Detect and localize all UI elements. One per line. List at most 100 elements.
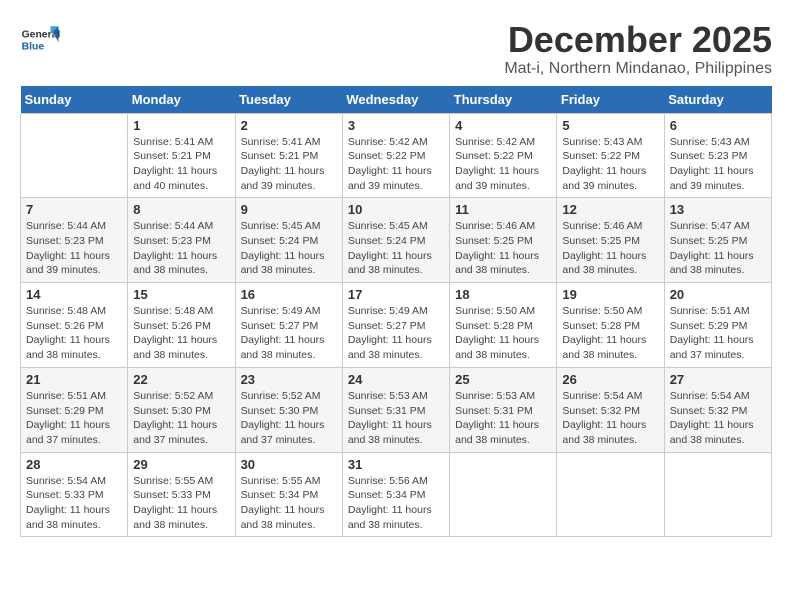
calendar-cell <box>664 452 771 537</box>
day-info: Sunrise: 5:53 AM Sunset: 5:31 PM Dayligh… <box>455 389 551 448</box>
calendar-cell: 23 Sunrise: 5:52 AM Sunset: 5:30 PM Dayli… <box>235 367 342 452</box>
calendar-cell: 8 Sunrise: 5:44 AM Sunset: 5:23 PM Daylig… <box>128 198 235 283</box>
day-number: 12 <box>562 202 658 217</box>
calendar-cell: 22 Sunrise: 5:52 AM Sunset: 5:30 PM Dayli… <box>128 367 235 452</box>
day-info: Sunrise: 5:41 AM Sunset: 5:21 PM Dayligh… <box>241 135 337 194</box>
calendar-week-row: 7 Sunrise: 5:44 AM Sunset: 5:23 PM Daylig… <box>21 198 772 283</box>
day-info: Sunrise: 5:44 AM Sunset: 5:23 PM Dayligh… <box>133 219 229 278</box>
day-info: Sunrise: 5:43 AM Sunset: 5:22 PM Dayligh… <box>562 135 658 194</box>
day-number: 9 <box>241 202 337 217</box>
day-info: Sunrise: 5:54 AM Sunset: 5:32 PM Dayligh… <box>670 389 766 448</box>
day-number: 21 <box>26 372 122 387</box>
month-title: December 2025 <box>504 20 772 60</box>
calendar-cell: 29Sunrise: 5:55 AM Sunset: 5:33 PM Dayli… <box>128 452 235 537</box>
day-info: Sunrise: 5:51 AM Sunset: 5:29 PM Dayligh… <box>670 304 766 363</box>
calendar-cell: 7 Sunrise: 5:44 AM Sunset: 5:23 PM Daylig… <box>21 198 128 283</box>
day-number: 22 <box>133 372 229 387</box>
calendar-cell: 27 Sunrise: 5:54 AM Sunset: 5:32 PM Dayli… <box>664 367 771 452</box>
calendar-cell: 11Sunrise: 5:46 AM Sunset: 5:25 PM Dayli… <box>450 198 557 283</box>
column-header-friday: Friday <box>557 86 664 114</box>
calendar-week-row: 21 Sunrise: 5:51 AM Sunset: 5:29 PM Dayli… <box>21 367 772 452</box>
calendar-cell: 10Sunrise: 5:45 AM Sunset: 5:24 PM Dayli… <box>342 198 449 283</box>
day-number: 1 <box>133 118 229 133</box>
page-header: General Blue December 2025 Mat-i, Northe… <box>20 20 772 78</box>
day-number: 7 <box>26 202 122 217</box>
day-info: Sunrise: 5:44 AM Sunset: 5:23 PM Dayligh… <box>26 219 122 278</box>
day-info: Sunrise: 5:46 AM Sunset: 5:25 PM Dayligh… <box>455 219 551 278</box>
day-number: 15 <box>133 287 229 302</box>
calendar-cell: 16 Sunrise: 5:49 AM Sunset: 5:27 PM Dayli… <box>235 283 342 368</box>
column-header-wednesday: Wednesday <box>342 86 449 114</box>
day-info: Sunrise: 5:50 AM Sunset: 5:28 PM Dayligh… <box>455 304 551 363</box>
column-header-saturday: Saturday <box>664 86 771 114</box>
calendar-cell: 24Sunrise: 5:53 AM Sunset: 5:31 PM Dayli… <box>342 367 449 452</box>
day-number: 6 <box>670 118 766 133</box>
day-number: 20 <box>670 287 766 302</box>
calendar-cell: 9 Sunrise: 5:45 AM Sunset: 5:24 PM Daylig… <box>235 198 342 283</box>
day-number: 25 <box>455 372 551 387</box>
calendar-cell: 2Sunrise: 5:41 AM Sunset: 5:21 PM Daylig… <box>235 113 342 198</box>
column-header-thursday: Thursday <box>450 86 557 114</box>
day-info: Sunrise: 5:55 AM Sunset: 5:33 PM Dayligh… <box>133 474 229 533</box>
calendar-cell: 31 Sunrise: 5:56 AM Sunset: 5:34 PM Dayli… <box>342 452 449 537</box>
calendar-cell <box>21 113 128 198</box>
calendar-cell: 5 Sunrise: 5:43 AM Sunset: 5:22 PM Daylig… <box>557 113 664 198</box>
calendar-cell: 25 Sunrise: 5:53 AM Sunset: 5:31 PM Dayli… <box>450 367 557 452</box>
day-number: 14 <box>26 287 122 302</box>
title-block: December 2025 Mat-i, Northern Mindanao, … <box>504 20 772 78</box>
day-number: 13 <box>670 202 766 217</box>
day-info: Sunrise: 5:48 AM Sunset: 5:26 PM Dayligh… <box>133 304 229 363</box>
calendar-cell: 19Sunrise: 5:50 AM Sunset: 5:28 PM Dayli… <box>557 283 664 368</box>
day-number: 27 <box>670 372 766 387</box>
day-number: 23 <box>241 372 337 387</box>
day-info: Sunrise: 5:52 AM Sunset: 5:30 PM Dayligh… <box>241 389 337 448</box>
calendar-cell: 14 Sunrise: 5:48 AM Sunset: 5:26 PM Dayli… <box>21 283 128 368</box>
calendar-cell <box>557 452 664 537</box>
day-info: Sunrise: 5:55 AM Sunset: 5:34 PM Dayligh… <box>241 474 337 533</box>
calendar-cell: 15 Sunrise: 5:48 AM Sunset: 5:26 PM Dayli… <box>128 283 235 368</box>
day-info: Sunrise: 5:53 AM Sunset: 5:31 PM Dayligh… <box>348 389 444 448</box>
calendar-cell: 3 Sunrise: 5:42 AM Sunset: 5:22 PM Daylig… <box>342 113 449 198</box>
day-number: 26 <box>562 372 658 387</box>
calendar-table: SundayMondayTuesdayWednesdayThursdayFrid… <box>20 86 772 538</box>
calendar-cell <box>450 452 557 537</box>
day-number: 28 <box>26 457 122 472</box>
column-header-tuesday: Tuesday <box>235 86 342 114</box>
calendar-week-row: 28 Sunrise: 5:54 AM Sunset: 5:33 PM Dayli… <box>21 452 772 537</box>
calendar-header-row: SundayMondayTuesdayWednesdayThursdayFrid… <box>21 86 772 114</box>
day-number: 4 <box>455 118 551 133</box>
location-title: Mat-i, Northern Mindanao, Philippines <box>504 60 772 78</box>
day-info: Sunrise: 5:49 AM Sunset: 5:27 PM Dayligh… <box>348 304 444 363</box>
calendar-cell: 6 Sunrise: 5:43 AM Sunset: 5:23 PM Daylig… <box>664 113 771 198</box>
day-info: Sunrise: 5:54 AM Sunset: 5:33 PM Dayligh… <box>26 474 122 533</box>
day-info: Sunrise: 5:52 AM Sunset: 5:30 PM Dayligh… <box>133 389 229 448</box>
day-number: 18 <box>455 287 551 302</box>
day-number: 19 <box>562 287 658 302</box>
day-number: 17 <box>348 287 444 302</box>
calendar-cell: 13 Sunrise: 5:47 AM Sunset: 5:25 PM Dayli… <box>664 198 771 283</box>
day-info: Sunrise: 5:48 AM Sunset: 5:26 PM Dayligh… <box>26 304 122 363</box>
calendar-cell: 1Sunrise: 5:41 AM Sunset: 5:21 PM Daylig… <box>128 113 235 198</box>
day-number: 16 <box>241 287 337 302</box>
day-info: Sunrise: 5:42 AM Sunset: 5:22 PM Dayligh… <box>348 135 444 194</box>
day-info: Sunrise: 5:54 AM Sunset: 5:32 PM Dayligh… <box>562 389 658 448</box>
calendar-cell: 12 Sunrise: 5:46 AM Sunset: 5:25 PM Dayli… <box>557 198 664 283</box>
calendar-cell: 21 Sunrise: 5:51 AM Sunset: 5:29 PM Dayli… <box>21 367 128 452</box>
day-info: Sunrise: 5:45 AM Sunset: 5:24 PM Dayligh… <box>241 219 337 278</box>
calendar-cell: 28 Sunrise: 5:54 AM Sunset: 5:33 PM Dayli… <box>21 452 128 537</box>
day-number: 30 <box>241 457 337 472</box>
day-info: Sunrise: 5:49 AM Sunset: 5:27 PM Dayligh… <box>241 304 337 363</box>
calendar-cell: 20 Sunrise: 5:51 AM Sunset: 5:29 PM Dayli… <box>664 283 771 368</box>
day-number: 8 <box>133 202 229 217</box>
day-number: 5 <box>562 118 658 133</box>
day-info: Sunrise: 5:46 AM Sunset: 5:25 PM Dayligh… <box>562 219 658 278</box>
day-number: 10 <box>348 202 444 217</box>
calendar-week-row: 1 Sunrise: 5:41 AM Sunset: 5:21 PM Daylig… <box>21 113 772 198</box>
day-info: Sunrise: 5:51 AM Sunset: 5:29 PM Dayligh… <box>26 389 122 448</box>
svg-text:Blue: Blue <box>22 42 45 53</box>
day-info: Sunrise: 5:56 AM Sunset: 5:34 PM Dayligh… <box>348 474 444 533</box>
day-info: Sunrise: 5:47 AM Sunset: 5:25 PM Dayligh… <box>670 219 766 278</box>
day-number: 31 <box>348 457 444 472</box>
day-info: Sunrise: 5:43 AM Sunset: 5:23 PM Dayligh… <box>670 135 766 194</box>
day-number: 3 <box>348 118 444 133</box>
